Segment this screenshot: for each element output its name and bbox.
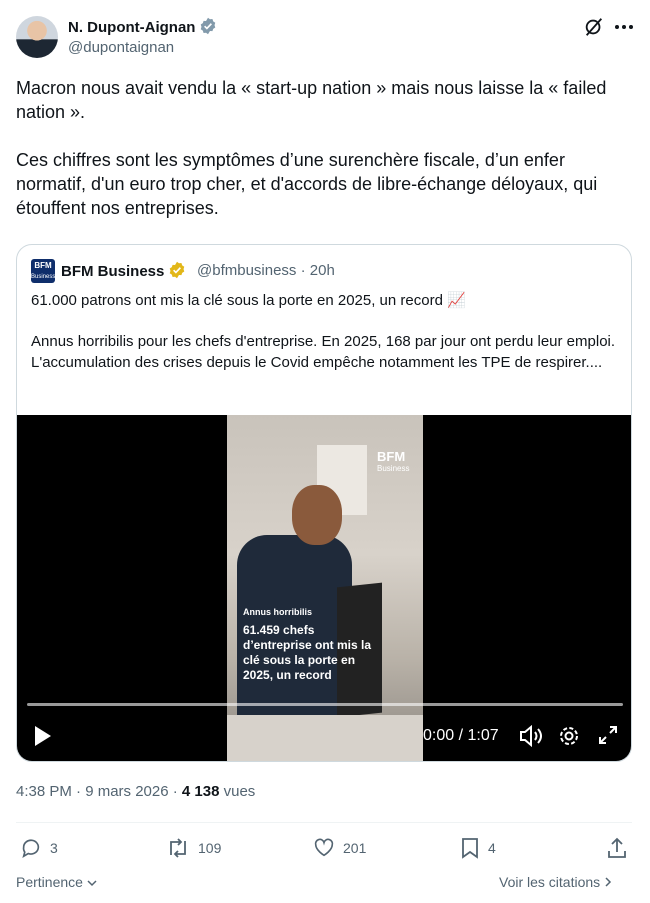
sort-dropdown[interactable]: Pertinence <box>16 874 97 890</box>
like-button[interactable]: 201 <box>313 837 366 859</box>
tweet-text: Macron nous avait vendu la « start-up na… <box>16 76 626 220</box>
repost-count: 109 <box>198 840 222 856</box>
reply-icon <box>22 839 40 859</box>
views-label: vues <box>219 783 256 800</box>
bfm-watermark-text: BFM <box>377 449 406 464</box>
more-options-icon[interactable] <box>614 16 634 38</box>
quoted-title: 61.000 patrons ont mis la clé sous la po… <box>31 292 466 309</box>
tweet-paragraph-1: Macron nous avait vendu la « start-up na… <box>16 78 607 122</box>
verified-badge-icon <box>201 17 216 35</box>
quoted-body: Annus horribilis pour les chefs d'entrep… <box>31 333 616 371</box>
play-icon[interactable] <box>33 725 53 747</box>
video-timecode: 0:00 / 1:07 <box>423 727 499 744</box>
author-avatar[interactable] <box>16 16 58 58</box>
person-head <box>292 485 342 545</box>
views-count: 4 138 <box>181 783 220 800</box>
sort-label: Pertinence <box>16 874 83 890</box>
bookmark-button[interactable]: 4 <box>460 837 496 859</box>
video-frame: BFM Business Annus horribilis 61.459 che… <box>227 415 423 761</box>
bookmark-icon <box>462 838 478 859</box>
bfm-watermark-sub: Business <box>377 464 410 473</box>
like-count: 201 <box>343 840 367 856</box>
chevron-down-icon <box>87 880 97 887</box>
quoted-author-name-row[interactable]: BFM Business <box>61 261 186 280</box>
repost-icon <box>170 838 186 858</box>
background-desk <box>227 715 423 761</box>
author-name-row[interactable]: N. Dupont-Aignan <box>68 17 217 36</box>
video-overlay-small: Annus horribilis <box>243 607 313 617</box>
quoted-author-name[interactable]: BFM Business <box>61 263 164 280</box>
reply-count: 3 <box>50 840 58 856</box>
heart-icon <box>314 838 334 857</box>
video-overlay-caption: 61.459 chefs d’entreprise ont mis la clé… <box>243 623 372 682</box>
quoted-handle-time[interactable]: @bfmbusiness · 20h <box>197 262 335 279</box>
video-progress-bar[interactable] <box>27 703 623 706</box>
view-quotes-label: Voir les citations <box>499 874 601 890</box>
author-handle[interactable]: @dupontaignan <box>68 39 174 56</box>
volume-icon[interactable] <box>519 725 543 747</box>
quoted-tweet-card[interactable]: BFM Business BFM Business @bfmbusiness · … <box>16 244 632 762</box>
author-name[interactable]: N. Dupont-Aignan <box>68 19 195 36</box>
video-player[interactable]: BFM Business Annus horribilis 61.459 che… <box>17 415 631 761</box>
bfm-watermark: BFM Business <box>377 449 410 475</box>
gold-verified-badge-icon <box>170 261 185 279</box>
bookmark-count: 4 <box>488 840 496 856</box>
bfm-business-avatar[interactable]: BFM Business <box>31 259 55 283</box>
fullscreen-icon[interactable] <box>598 725 618 745</box>
share-icon[interactable] <box>606 837 628 859</box>
view-quotes-link[interactable]: Voir les citations <box>499 874 612 890</box>
tweet-paragraph-2: Ces chiffres sont les symptômes d’une su… <box>16 150 598 218</box>
bfm-logo-text: BFM <box>34 261 52 270</box>
chevron-right-icon <box>605 877 612 887</box>
reply-button[interactable]: 3 <box>20 837 58 859</box>
divider <box>16 822 632 823</box>
settings-gear-icon[interactable] <box>558 725 580 747</box>
tweet-meta: 4:38 PM · 9 mars 2026 · 4 138 vues <box>16 783 255 800</box>
bfm-logo-sub: Business <box>31 274 56 280</box>
tweet-timestamp[interactable]: 4:38 PM · 9 mars 2026 · <box>16 783 182 800</box>
repost-button[interactable]: 109 <box>166 837 221 859</box>
grok-icon[interactable] <box>583 16 605 38</box>
